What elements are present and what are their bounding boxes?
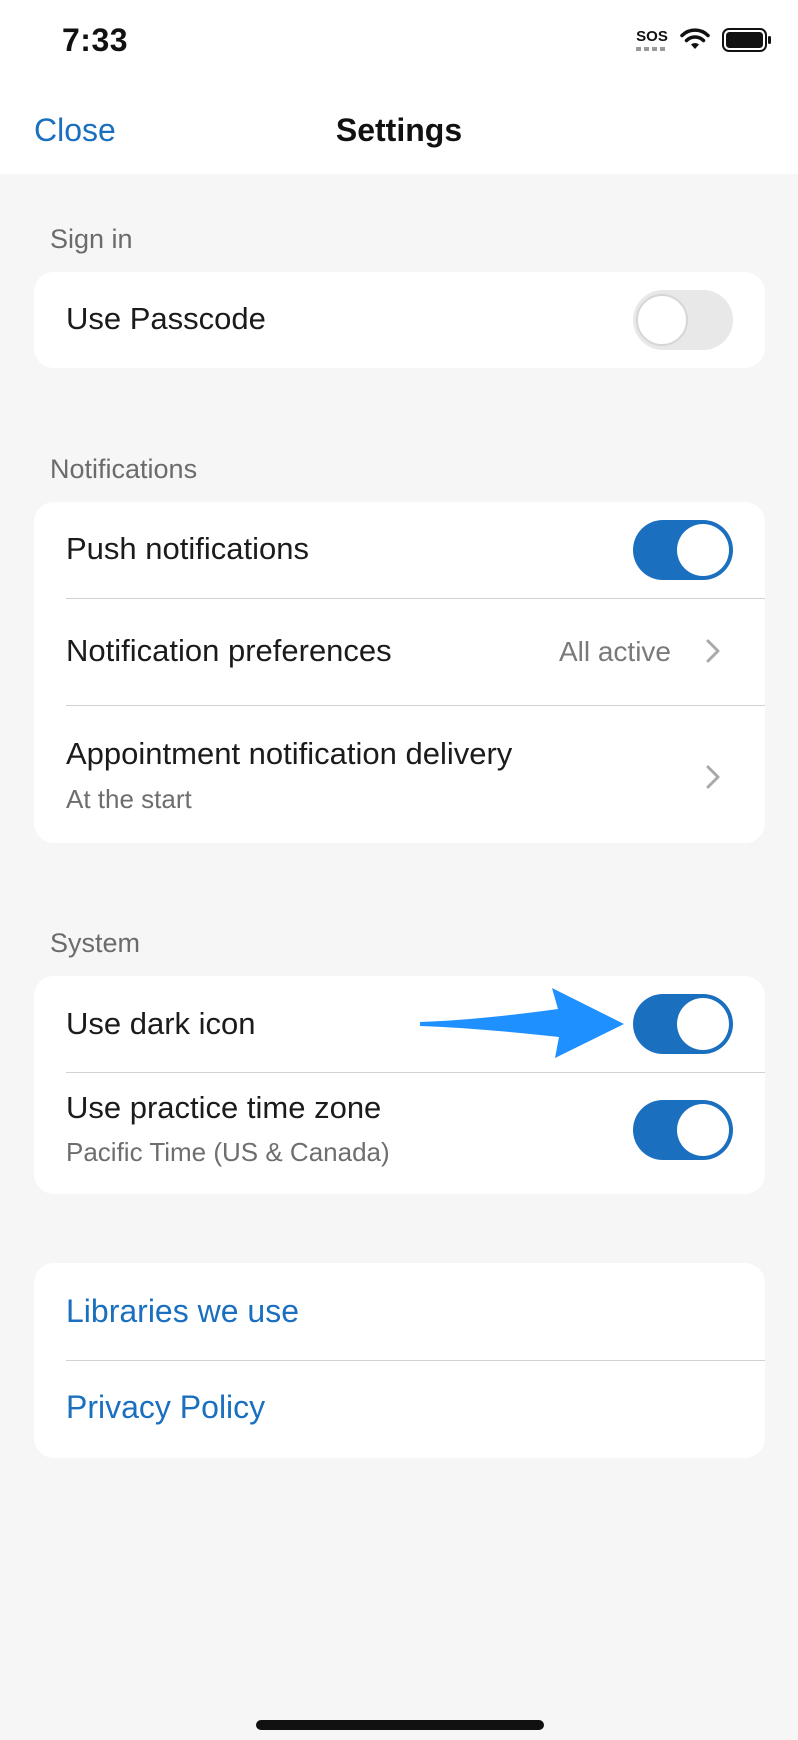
use-dark-icon-toggle[interactable] — [633, 994, 733, 1054]
use-practice-time-zone-toggle[interactable] — [633, 1100, 733, 1160]
use-practice-time-zone-label: Use practice time zone — [66, 1090, 382, 1125]
toggle-knob — [677, 1104, 729, 1156]
card-links: Libraries we use Privacy Policy — [34, 1263, 765, 1458]
notification-preferences-value: All active — [558, 636, 671, 667]
row-use-practice-time-zone: Use practice time zone Pacific Time (US … — [34, 1073, 765, 1194]
use-dark-icon-label: Use dark icon — [66, 1006, 256, 1041]
notification-preferences-label: Notification preferences — [66, 633, 392, 668]
chevron-right-icon — [706, 765, 720, 789]
appointment-delivery-label: Appointment notification delivery — [66, 736, 513, 771]
privacy-policy-link[interactable]: Privacy Policy — [66, 1389, 265, 1426]
status-icons: SOS — [636, 28, 772, 52]
status-time: 7:33 — [62, 22, 129, 58]
section-header-notifications: Notifications — [50, 454, 198, 484]
page-title: Settings — [335, 112, 463, 148]
annotation-arrow-icon — [420, 988, 624, 1058]
sos-icon: SOS — [636, 29, 668, 51]
appointment-delivery-subtitle: At the start — [66, 784, 192, 814]
push-notifications-toggle[interactable] — [633, 520, 733, 580]
wifi-icon — [680, 28, 710, 49]
close-button[interactable]: Close — [34, 112, 116, 149]
sos-signal-dots — [636, 47, 668, 51]
chevron-right-icon — [706, 639, 720, 663]
use-passcode-label: Use Passcode — [66, 301, 266, 336]
card-notifications: Push notifications Notification preferen… — [34, 502, 765, 843]
row-use-passcode: Use Passcode — [34, 272, 765, 368]
row-privacy-policy[interactable]: Privacy Policy — [34, 1361, 765, 1458]
practice-time-zone-subtitle: Pacific Time (US & Canada) — [66, 1137, 390, 1167]
home-indicator[interactable] — [256, 1720, 544, 1730]
section-header-sign-in: Sign in — [50, 224, 133, 254]
toggle-knob — [636, 294, 688, 346]
row-libraries[interactable]: Libraries we use — [34, 1263, 765, 1360]
row-appointment-notification-delivery[interactable]: Appointment notification delivery At the… — [34, 706, 765, 843]
push-notifications-label: Push notifications — [66, 531, 309, 566]
card-system: Use dark icon Use practice time zone Pac… — [34, 976, 765, 1194]
row-notification-preferences[interactable]: Notification preferences All active — [34, 599, 765, 705]
use-passcode-toggle[interactable] — [633, 290, 733, 350]
toggle-knob — [677, 524, 729, 576]
top-bar: 7:33 SOS Close Settings — [0, 0, 798, 174]
toggle-knob — [677, 998, 729, 1050]
row-push-notifications: Push notifications — [34, 502, 765, 598]
libraries-link[interactable]: Libraries we use — [66, 1293, 299, 1330]
section-header-system: System — [50, 928, 141, 958]
sos-label: SOS — [636, 28, 668, 45]
row-use-dark-icon: Use dark icon — [34, 976, 765, 1072]
card-sign-in: Use Passcode — [34, 272, 765, 368]
battery-icon — [722, 28, 771, 52]
